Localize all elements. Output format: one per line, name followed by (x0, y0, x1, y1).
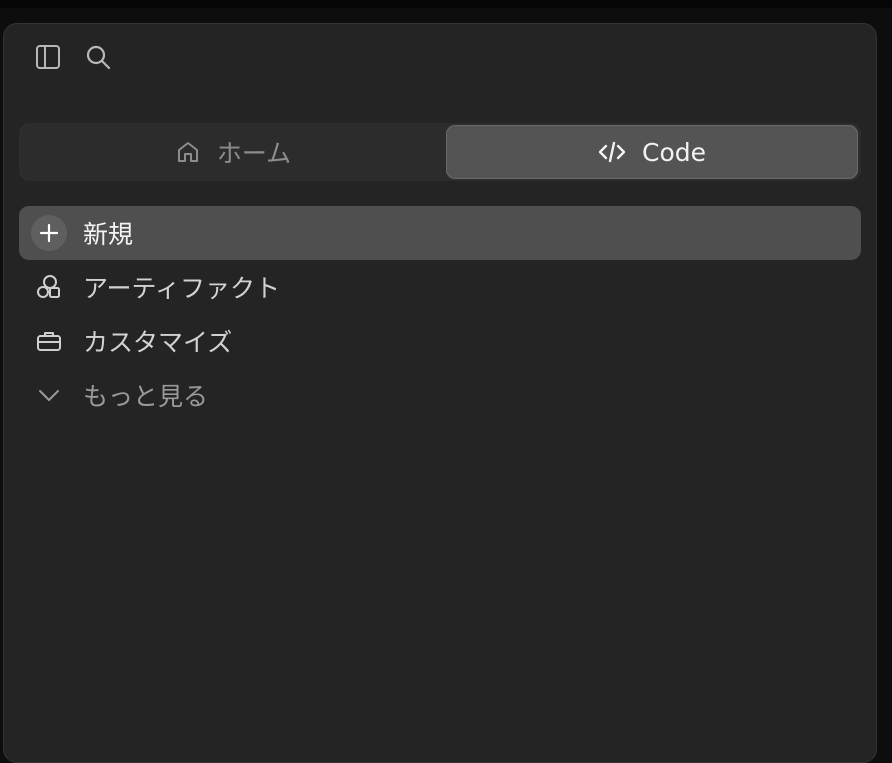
chevron-down-icon (31, 377, 67, 413)
plus-icon (31, 215, 67, 251)
sidebar-toggle-icon[interactable] (33, 42, 63, 72)
window-top-bar (0, 0, 892, 8)
nav-item-customize[interactable]: カスタマイズ (19, 314, 861, 368)
home-icon (175, 139, 201, 165)
mode-switcher: ホーム Code (19, 123, 861, 181)
nav-item-label: カスタマイズ (83, 328, 233, 357)
code-icon (598, 139, 626, 165)
briefcase-icon (31, 323, 67, 359)
search-icon[interactable] (83, 42, 113, 72)
nav-item-more[interactable]: もっと見る (19, 368, 861, 422)
tab-code-label: Code (641, 137, 706, 167)
nav-item-new[interactable]: 新規 (19, 206, 861, 260)
nav-item-artifacts[interactable]: アーティファクト (19, 260, 861, 314)
tab-home-label: ホーム (216, 139, 292, 168)
nav-item-label: もっと見る (83, 382, 209, 411)
tab-home[interactable]: ホーム (21, 125, 445, 179)
tab-code[interactable]: Code (446, 125, 858, 179)
shapes-icon (31, 269, 67, 305)
nav-item-label: アーティファクト (83, 274, 281, 303)
nav-item-label: 新規 (83, 220, 134, 249)
